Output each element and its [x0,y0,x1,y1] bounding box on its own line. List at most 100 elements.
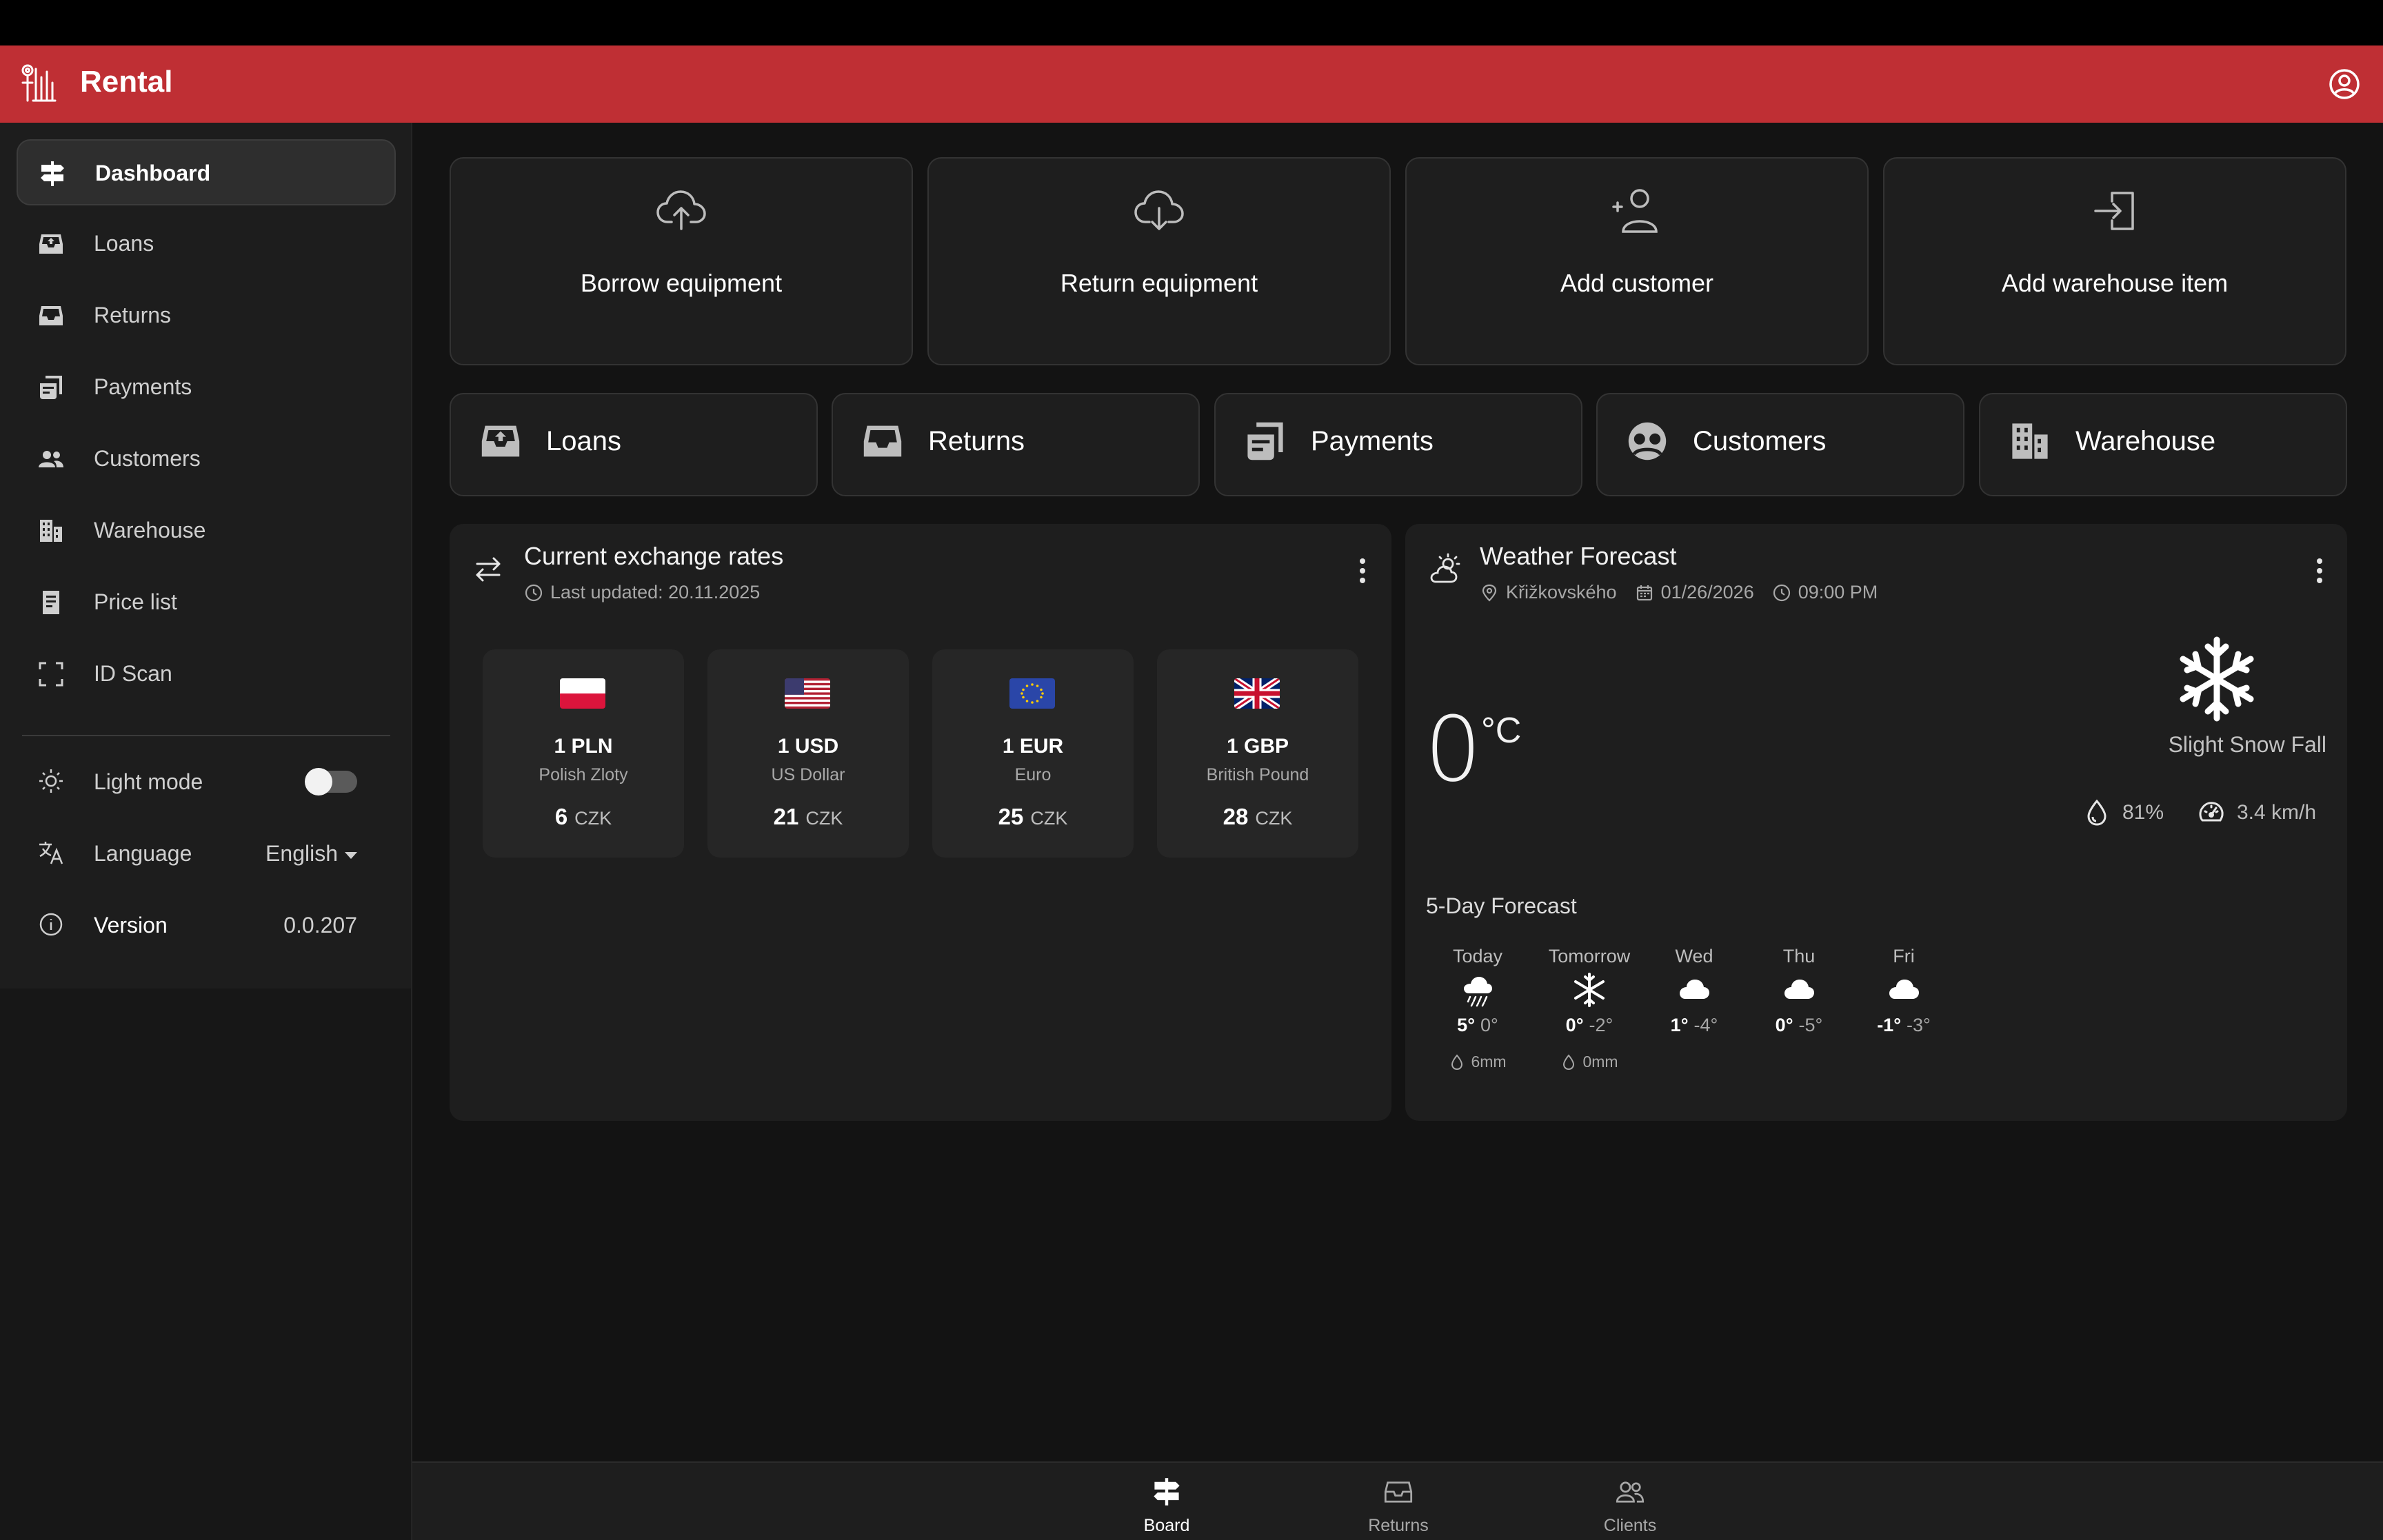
forecast-low: -4° [1693,1015,1718,1035]
clock-icon [1773,584,1790,601]
rate-code: 1 EUR [1002,735,1064,758]
rate-currency: CZK [574,808,612,829]
bottom-nav-label: Returns [1368,1516,1429,1535]
cloud-icon [1784,980,1814,999]
people-outline-icon [1616,1481,1645,1503]
system-status-bar [0,0,2383,45]
forecast-day: Today 5° 0° 6mm [1426,946,1529,1071]
rate-card-pln: 1 PLN Polish Zloty 6 CZK [483,649,684,858]
forecast-low: -5° [1798,1015,1823,1035]
person-add-icon [1612,189,1658,233]
sidebar-item-loans[interactable]: Loans [17,211,396,277]
forecast-high: 0° [1565,1015,1584,1035]
forecast-temps: -1° -3° [1852,1015,1955,1036]
return-equipment-button[interactable]: Return equipment [927,157,1391,365]
forecast-day-name: Tomorrow [1548,946,1631,966]
eu-flag-icon [1009,678,1055,709]
sidebar-item-returns[interactable]: Returns [17,283,396,349]
rate-value: 25 [998,804,1024,829]
weather-date: 01/26/2026 [1660,582,1754,602]
rate-value: 6 [554,804,568,829]
light-mode-toggle[interactable] [305,768,357,796]
translate-icon [39,842,63,864]
bottom-navigation: Board Returns Clients [412,1461,2383,1540]
sidebar-item-dashboard[interactable]: Dashboard [17,139,396,205]
forecast-title: 5-Day Forecast [1426,893,1577,918]
weather-condition: Slight Snow Fall [2168,732,2326,757]
app-logo-icon [21,64,57,102]
language-value: English [265,841,338,866]
temperature-unit: °C [1481,711,1522,751]
forecast-day-name: Thu [1782,946,1816,966]
sidebar-item-label: Warehouse [94,518,206,543]
more-options-icon[interactable] [1349,554,1376,587]
cloud-icon [1889,980,1919,999]
forecast-low: -2° [1589,1015,1613,1035]
language-select[interactable]: English [265,841,357,867]
forecast-low: 0° [1480,1015,1498,1035]
wind-speed: 3.4 km/h [2197,798,2316,827]
version-setting: Version 0.0.207 [17,893,396,955]
weather-title: Weather Forecast [1480,542,1677,570]
app-title: Rental [80,65,173,99]
bottom-nav-label: Clients [1603,1516,1657,1535]
shortcut-loans[interactable]: Loans [450,393,818,496]
rate-code: 1 USD [777,735,839,758]
sidebar-item-label: Returns [94,303,172,327]
shortcut-payments[interactable]: Payments [1214,393,1582,496]
sidebar-panel: Dashboard Loans Returns Payments Custome… [0,123,411,989]
droplet-icon [2087,799,2107,826]
rate-value: 21 [773,804,799,829]
droplet-icon [1563,1053,1575,1070]
exchange-updated-text: Last updated: 20.11.2025 [550,582,761,602]
shortcut-label: Returns [928,426,1025,456]
borrow-equipment-button[interactable]: Borrow equipment [450,157,913,365]
calendar-icon [1636,585,1652,600]
inbox-icon [39,306,63,325]
exchange-updated: Last updated: 20.11.2025 [524,582,760,603]
snowflake-icon [2180,636,2254,722]
forecast-day: Thu 0° -5° [1747,946,1851,1036]
droplet-icon [1451,1053,1463,1070]
add-customer-button[interactable]: Add customer [1405,157,1869,365]
rate-value: 28 [1223,804,1249,829]
inbox-upload-icon [481,425,520,457]
more-options-icon[interactable] [2306,554,2333,587]
customers-face-icon [1628,422,1667,460]
sidebar-item-customers[interactable]: Customers [17,426,396,492]
humidity-value: 81% [2122,801,2164,824]
top-app-bar: Rental [0,45,2383,123]
language-setting: Language English [17,822,396,884]
exchange-rates-widget: Current exchange rates Last updated: 20.… [450,524,1391,1121]
building-icon [2012,423,2048,459]
shortcut-customers[interactable]: Customers [1596,393,1964,496]
sidebar-item-warehouse[interactable]: Warehouse [17,498,396,564]
forecast-temps: 1° -4° [1642,1015,1746,1036]
signpost-icon [1154,1478,1180,1506]
bottom-nav-clients[interactable]: Clients [1561,1477,1699,1536]
inbox-icon [1384,1481,1413,1503]
sidebar-item-id-scan[interactable]: ID Scan [17,641,396,707]
shortcut-warehouse[interactable]: Warehouse [1979,393,2347,496]
forecast-high: 0° [1775,1015,1793,1035]
people-icon [39,451,63,467]
building-icon [40,520,62,542]
sidebar: Dashboard Loans Returns Payments Custome… [0,123,412,1540]
forecast-temps: 5° 0° [1426,1015,1529,1036]
gb-flag-icon [1234,678,1280,709]
forecast-day: Wed 1° -4° [1642,946,1746,1036]
inbox-icon [863,425,902,457]
shortcut-returns[interactable]: Returns [832,393,1200,496]
sidebar-item-price-list[interactable]: Price list [17,569,396,636]
sidebar-item-payments[interactable]: Payments [17,354,396,421]
forecast-high: 5° [1457,1015,1475,1035]
bottom-nav-board[interactable]: Board [1098,1477,1236,1536]
rate-name: US Dollar [771,765,845,784]
pl-flag-icon [560,678,605,709]
account-icon[interactable] [2328,68,2361,101]
shortcut-label: Loans [546,426,621,456]
add-warehouse-item-button[interactable]: Add warehouse item [1883,157,2346,365]
bottom-nav-label: Board [1143,1516,1190,1535]
bottom-nav-returns[interactable]: Returns [1329,1477,1467,1536]
exchange-title: Current exchange rates [524,542,784,570]
